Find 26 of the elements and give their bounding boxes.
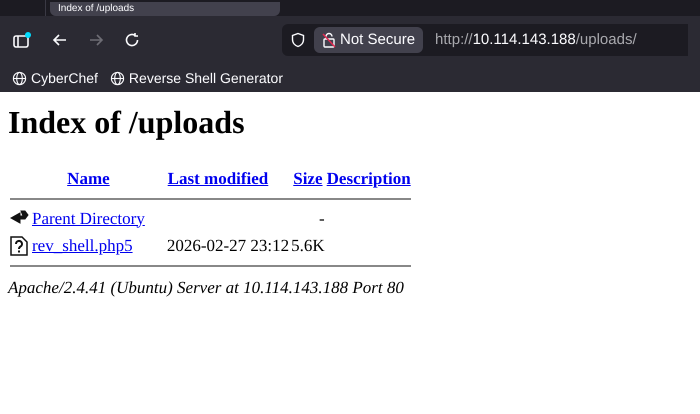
security-indicator[interactable]: Not Secure (314, 27, 424, 53)
sidebar-icon[interactable] (12, 31, 32, 49)
globe-icon (12, 70, 27, 86)
shield-icon[interactable] (290, 32, 306, 48)
forward-icon[interactable] (88, 32, 104, 48)
server-signature: Apache/2.4.41 (Ubuntu) Server at 10.114.143.188 Port 80 (8, 276, 405, 299)
globe-icon (110, 70, 125, 86)
url-text[interactable]: http://10.114.143.188/uploads/ (435, 28, 637, 52)
back-icon[interactable] (52, 32, 68, 48)
column-header-link[interactable]: Size (293, 169, 323, 188)
page-heading: Index of /uploads (8, 103, 246, 142)
bookmark[interactable]: CyberChef (12, 68, 98, 88)
bookmark[interactable]: Reverse Shell Generator (110, 68, 283, 88)
address-bar[interactable]: Not Secure http://10.114.143.188/uploads/ (282, 24, 688, 56)
unknown-file-icon (10, 236, 28, 256)
browser-tab[interactable]: Index of /uploads (50, 2, 280, 16)
broken-lock-icon (322, 32, 336, 48)
file-link[interactable]: Parent Directory (32, 208, 145, 228)
column-header-link[interactable]: Description (326, 169, 411, 188)
column-header-link[interactable]: Last modified (168, 169, 268, 188)
column-header-link[interactable]: Name (67, 169, 110, 188)
file-size: - (318, 208, 325, 228)
file-size: 5.6K (291, 236, 325, 255)
modified-date: 2026-02-27 23:12 (166, 236, 290, 255)
reload-icon[interactable] (124, 32, 140, 48)
file-link[interactable]: rev_shell.php5 (32, 236, 133, 255)
